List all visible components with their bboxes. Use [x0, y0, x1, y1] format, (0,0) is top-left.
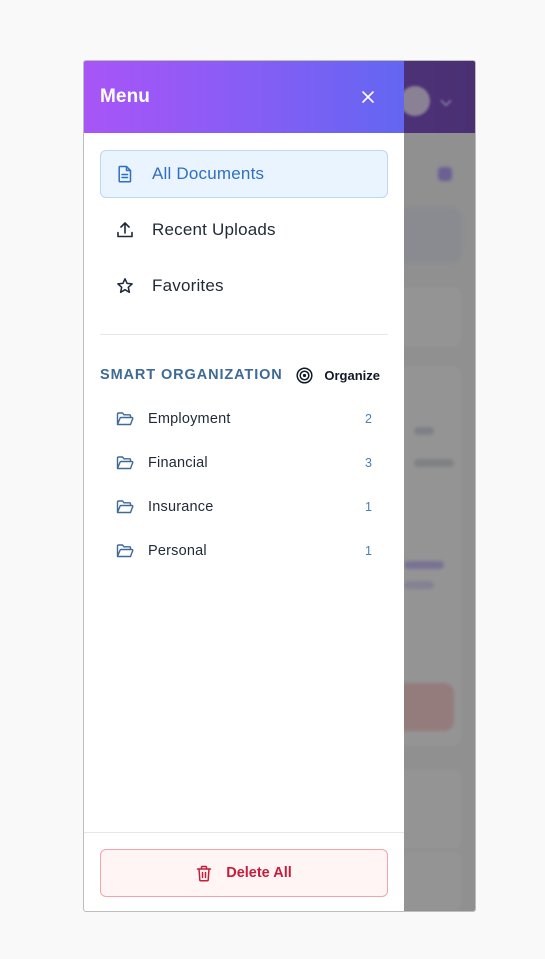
drawer-footer: Delete All: [84, 832, 404, 911]
folder-count: 1: [365, 500, 372, 514]
drawer-header: Menu: [84, 61, 404, 133]
folder-open-icon: [116, 410, 134, 428]
folder-item-financial[interactable]: Financial 3: [116, 441, 372, 485]
drawer-title: Menu: [100, 86, 151, 107]
section-title: SMART ORGANIZATION: [100, 367, 283, 383]
close-button[interactable]: [356, 85, 380, 109]
folder-name: Personal: [148, 543, 207, 559]
nav-item-favorites[interactable]: Favorites: [100, 262, 388, 310]
delete-all-button[interactable]: Delete All: [100, 849, 388, 897]
folder-open-icon: [116, 542, 134, 560]
delete-all-label: Delete All: [226, 865, 292, 881]
nav-item-label: Favorites: [152, 276, 224, 295]
folder-count: 1: [365, 544, 372, 558]
folder-item-personal[interactable]: Personal 1: [116, 529, 372, 573]
side-drawer: Menu All Documents Recent Uploads Favori…: [84, 61, 404, 911]
folder-item-insurance[interactable]: Insurance 1: [116, 485, 372, 529]
app-window: Menu All Documents Recent Uploads Favori…: [83, 60, 476, 912]
star-icon: [115, 276, 135, 296]
folder-count: 2: [365, 412, 372, 426]
folder-open-icon: [116, 454, 134, 472]
nav-item-label: Recent Uploads: [152, 220, 276, 239]
close-icon: [362, 91, 374, 103]
document-icon: [115, 164, 135, 184]
smart-organization-header: SMART ORGANIZATION Organize: [84, 360, 404, 390]
nav-item-label: All Documents: [152, 164, 265, 183]
upload-icon: [115, 220, 135, 240]
divider: [100, 334, 388, 335]
folder-open-icon: [116, 498, 134, 516]
folder-item-employment[interactable]: Employment 2: [116, 397, 372, 441]
nav-list: All Documents Recent Uploads Favorites: [84, 133, 404, 318]
nav-item-recent-uploads[interactable]: Recent Uploads: [100, 206, 388, 254]
folder-name: Employment: [148, 411, 231, 427]
folder-name: Insurance: [148, 499, 214, 515]
folder-list: Employment 2 Financial 3 Insurance 1 Per…: [84, 397, 404, 573]
organize-label: Organize: [324, 367, 380, 383]
nav-item-all-documents[interactable]: All Documents: [100, 150, 388, 198]
organize-button[interactable]: Organize: [296, 366, 380, 384]
folder-name: Financial: [148, 455, 208, 471]
trash-icon: [196, 865, 212, 881]
target-icon: [296, 366, 313, 384]
folder-count: 3: [365, 456, 372, 470]
